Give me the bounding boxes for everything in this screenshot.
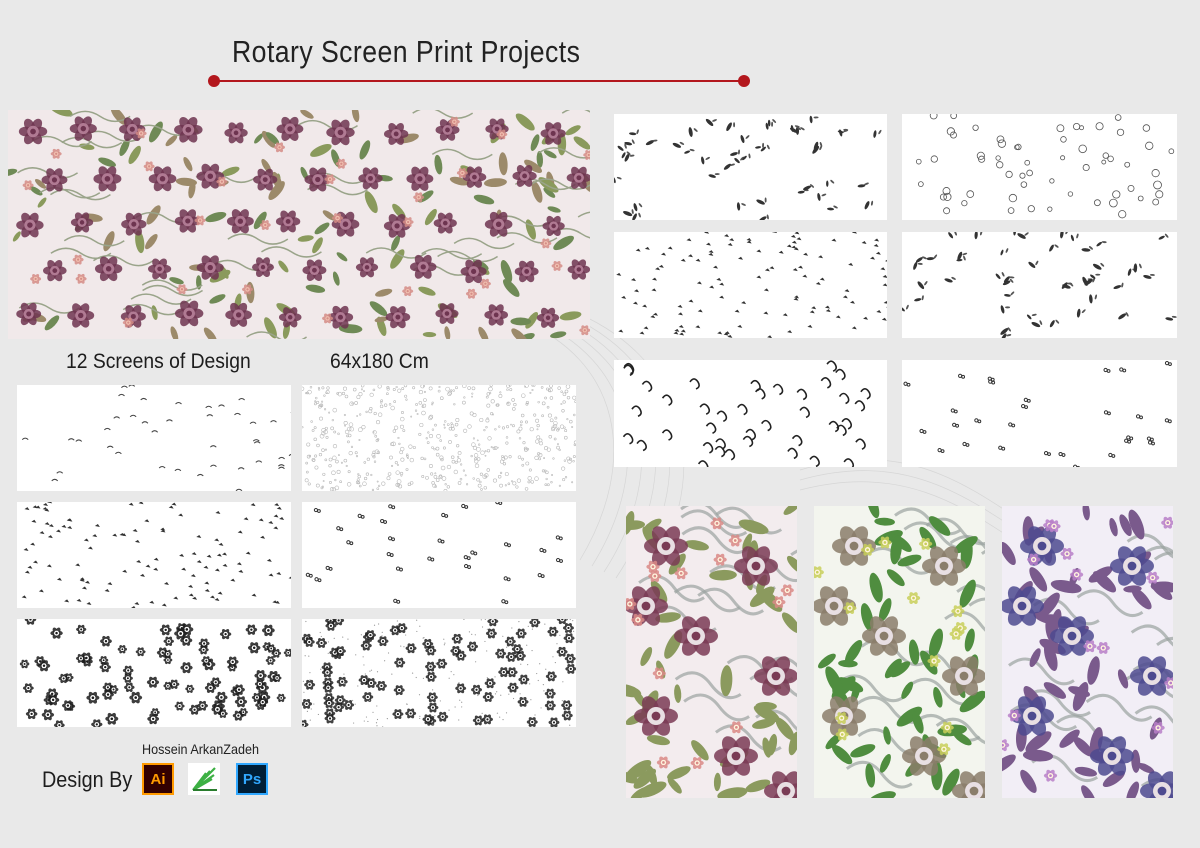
screen-separation-8 [902, 114, 1177, 220]
underline-dot-left [208, 75, 220, 87]
ps-icon: Ps [236, 763, 268, 795]
underline-dot-right [738, 75, 750, 87]
main-design-preview [8, 110, 590, 339]
colorway-mauve [626, 506, 797, 798]
screen-separation-5 [17, 619, 291, 727]
size-caption: 64x180 Cm [330, 350, 429, 373]
screen-separation-12 [902, 360, 1177, 467]
colorway-green [814, 506, 985, 798]
ai-icon: Ai [142, 763, 174, 795]
screen-separation-1 [17, 385, 291, 491]
author-name: Hossein ArkanZadeh [142, 741, 259, 757]
page-title: Rotary Screen Print Projects [232, 34, 581, 69]
screens-count-caption: 12 Screens of Design [66, 350, 251, 373]
screen-separation-9 [614, 232, 887, 338]
screen-separation-4 [302, 502, 576, 608]
screen-separation-3 [17, 502, 291, 608]
screen-separation-7 [614, 114, 887, 220]
screen-separation-10 [902, 232, 1177, 338]
screen-separation-11 [614, 360, 887, 467]
design-by-label: Design By [42, 767, 133, 792]
colorway-violet [1002, 506, 1173, 798]
title-underline [214, 80, 744, 82]
vector-software-icon [188, 763, 220, 795]
screen-separation-2 [302, 385, 576, 491]
screen-separation-6 [302, 619, 576, 727]
